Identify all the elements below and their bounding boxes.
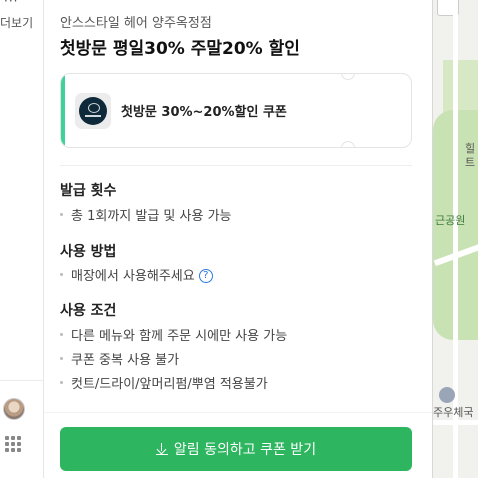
coupon-title: 첫방문 30%~20%할인 쿠폰 — [121, 105, 287, 120]
more-link[interactable]: 더보기 — [0, 14, 33, 31]
post-office-icon[interactable] — [439, 387, 455, 403]
usage-method-line: 매장에서 사용해주세요? — [60, 265, 213, 284]
shop-logo-icon — [75, 93, 111, 129]
usage-method-title: 사용 방법 — [60, 244, 117, 260]
more-dots[interactable]: ··· — [4, 0, 18, 8]
condition-line: 쿠폰 중복 사용 불가 — [60, 349, 179, 368]
map-label: 근공원 — [435, 214, 466, 227]
shop-name: 안스스타일 헤어 양주옥정점 — [60, 16, 212, 31]
coupon-notch-top — [341, 74, 355, 80]
left-sidebar: ··· 더보기 — [0, 0, 44, 478]
map-label: 주우체국 — [433, 406, 474, 419]
map-road — [433, 420, 478, 425]
coupon-card: 첫방문 30%~20%할인 쿠폰 — [60, 73, 412, 148]
section-divider — [60, 165, 412, 166]
usage-conditions-title: 사용 조건 — [60, 303, 117, 319]
issue-count-title: 발급 횟수 — [60, 183, 117, 199]
sidebar-divider — [0, 380, 43, 381]
coupon-headline: 첫방문 평일30% 주말20% 할인 — [60, 39, 300, 59]
condition-line: 컷트/드라이/앞머리펌/뿌염 적용불가 — [60, 373, 268, 392]
apps-grid-icon[interactable] — [5, 436, 21, 452]
avatar[interactable] — [3, 398, 25, 420]
get-coupon-button[interactable]: 알림 동의하고 쿠폰 받기 — [60, 427, 412, 471]
get-coupon-label: 알림 동의하고 쿠폰 받기 — [173, 442, 317, 458]
coupon-detail-panel: 안스스타일 헤어 양주옥정점 첫방문 평일30% 주말20% 할인 첫방문 30… — [44, 0, 432, 478]
map-view[interactable]: 힐 트 근공원 주우체국 — [432, 0, 478, 478]
help-icon[interactable]: ? — [198, 268, 213, 283]
bottom-action-bar: 알림 동의하고 쿠폰 받기 — [44, 412, 432, 478]
map-label: 트 — [465, 156, 476, 169]
coupon-notch-bottom — [341, 141, 355, 147]
condition-line: 다른 메뉴와 함께 주문 시에만 사용 가능 — [60, 325, 287, 344]
download-icon — [155, 443, 168, 455]
issue-count-line: 총 1회까지 발급 및 사용 가능 — [60, 205, 232, 224]
coupon-accent-bar — [61, 74, 65, 147]
